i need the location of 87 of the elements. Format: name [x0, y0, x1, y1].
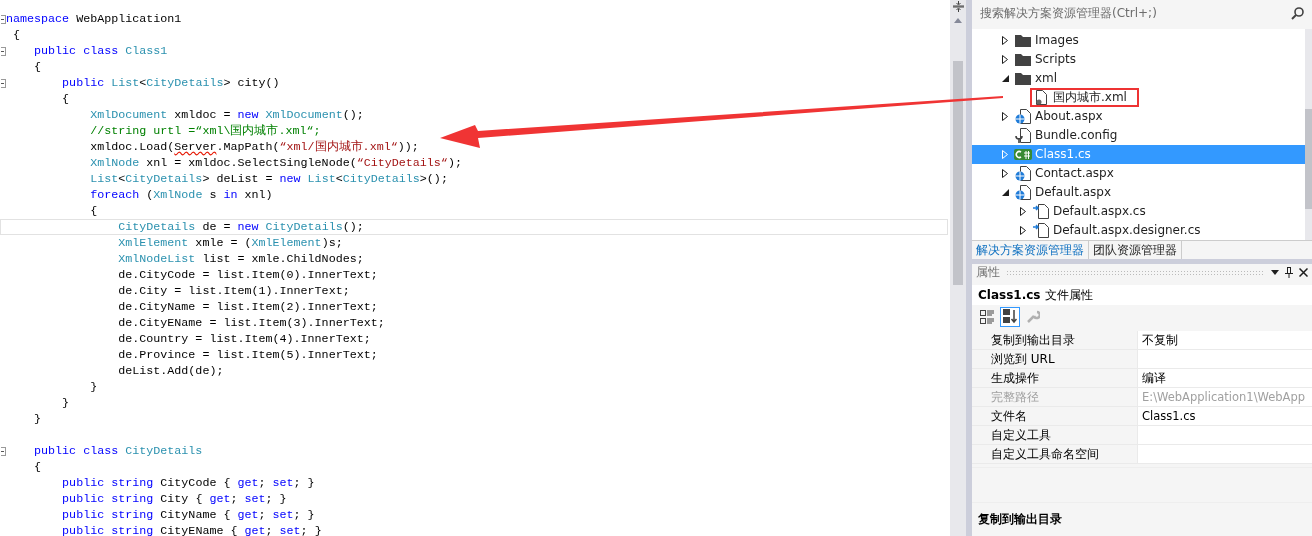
tree-item[interactable]: 国内城市.xml — [972, 87, 1305, 107]
tree-item[interactable]: Default.aspx — [972, 182, 1305, 202]
split-handle-icon[interactable] — [952, 1, 964, 12]
tree-item-label: 国内城市.xml — [1053, 88, 1127, 106]
panel-title: 属性 — [976, 264, 1000, 282]
code-line: public string City { get; set; } — [61, 491, 287, 507]
tree-item[interactable]: Images — [972, 30, 1305, 50]
code-line: List<CityDetails> deList = new List<CityDetails>(); — [89, 171, 448, 187]
folder-icon — [1015, 71, 1031, 85]
code-line: xmldoc.Load(Server.MapPath(“xml/国内城市.xml“)); — [89, 139, 419, 155]
expanded-icon[interactable] — [1001, 74, 1009, 82]
csharp-file-icon — [1014, 147, 1032, 161]
object-name: Class1.cs — [978, 288, 1041, 303]
code-line: de.Country = list.Item(4).InnerText; — [117, 331, 371, 347]
tree-item-label: Default.aspx.cs — [1053, 204, 1146, 219]
folder-icon — [1015, 52, 1031, 66]
panel-tab[interactable]: 解决方案资源管理器 — [972, 240, 1089, 259]
scroll-up-icon[interactable] — [954, 18, 962, 23]
code-line: { — [89, 203, 98, 219]
code-line: de.Province = list.Item(5).InnerText; — [117, 347, 378, 363]
code-line: CityDetails de = new CityDetails(); — [117, 219, 364, 235]
scrollbar[interactable] — [1305, 28, 1312, 240]
tree-item-label: Default.aspx — [1035, 185, 1111, 200]
scrollbar[interactable] — [950, 0, 966, 536]
code-file-icon — [1033, 203, 1049, 219]
collapse-icon[interactable] — [1, 78, 6, 88]
code-line: foreach (XmlNode s in xnl) — [89, 187, 273, 203]
code-line: XmlDocument xmldoc = new XmlDocument(); — [89, 107, 364, 123]
tree-item-label: Scripts — [1035, 52, 1077, 67]
object-type: 文件属性 — [1045, 286, 1094, 304]
code-line: XmlElement xmle = (XmlElement)s; — [117, 235, 343, 251]
code-line: { — [33, 459, 42, 475]
config-file-icon — [1015, 127, 1031, 143]
web-page-icon — [1015, 165, 1031, 181]
code-line: { — [33, 59, 42, 75]
code-line: deList.Add(de); — [117, 363, 224, 379]
file-icon — [1035, 89, 1047, 105]
tree-item-label: Class1.cs — [1035, 147, 1091, 162]
tree-item-label: Default.aspx.designer.cs — [1053, 223, 1201, 238]
code-line: XmlNodeList list = xmle.ChildNodes; — [117, 251, 364, 267]
collapsed-icon[interactable] — [1002, 111, 1008, 121]
tree-item-label: About.aspx — [1035, 109, 1103, 124]
folder-icon — [1015, 33, 1031, 47]
alphabetical-button[interactable] — [1000, 306, 1020, 327]
code-line: } — [33, 411, 42, 427]
code-line: namespace WebApplication1 — [6, 11, 182, 27]
collapse-icon[interactable] — [1, 14, 6, 24]
tree-item[interactable]: About.aspx — [972, 106, 1305, 126]
pin-icon[interactable] — [1285, 267, 1293, 279]
close-icon[interactable] — [1299, 268, 1308, 278]
tree-item[interactable]: Default.aspx.cs — [972, 201, 1305, 221]
property-value[interactable]: 不复制 — [1138, 330, 1312, 349]
code-line: XmlNode xnl = xmldoc.SelectSingleNode(“CityDetails“); — [89, 155, 462, 171]
search-placeholder: 搜索解决方案资源管理器(Ctrl+;) — [980, 5, 1157, 23]
code-line: public string CityName { get; set; } — [61, 507, 315, 523]
collapse-icon[interactable] — [1, 46, 6, 56]
tree-item-label: Bundle.config — [1035, 128, 1118, 143]
tree-item-label: Contact.aspx — [1035, 166, 1114, 181]
code-line: de.CityEName = list.Item(3).InnerText; — [117, 315, 385, 331]
tree-item-label: Images — [1035, 33, 1079, 48]
code-line: public List<CityDetails> city() — [61, 75, 280, 91]
description-title: 复制到输出目录 — [977, 511, 1063, 528]
tree-item[interactable]: xml — [972, 68, 1305, 88]
code-line: public string CityCode { get; set; } — [61, 475, 315, 491]
search-icon[interactable] — [1291, 7, 1304, 21]
tree-item[interactable]: Contact.aspx — [972, 163, 1305, 183]
tree-item[interactable]: Default.aspx.designer.cs — [972, 220, 1305, 240]
code-line: public class Class1 — [33, 43, 168, 59]
code-line: } — [61, 395, 70, 411]
dropdown-icon[interactable] — [1271, 270, 1279, 276]
expanded-icon[interactable] — [1001, 188, 1009, 196]
tree-item-label: xml — [1035, 71, 1058, 86]
code-line: //string urtl =“xml\国内城市.xml“; — [89, 123, 321, 139]
collapse-icon[interactable] — [1, 446, 6, 456]
code-line: de.City = list.Item(1).InnerText; — [117, 283, 350, 299]
tree-item[interactable]: Scripts — [972, 49, 1305, 69]
code-line: public class CityDetails — [33, 443, 203, 459]
web-page-icon — [1015, 184, 1031, 200]
code-line: public string CityEName { get; set; } — [61, 523, 322, 536]
panel-tab[interactable]: 团队资源管理器 — [1089, 240, 1182, 259]
code-line: de.CityName = list.Item(2).InnerText; — [117, 299, 378, 315]
code-line: } — [89, 379, 98, 395]
tree-item[interactable]: Bundle.config — [972, 125, 1305, 145]
web-page-icon — [1015, 108, 1031, 124]
code-line: { — [12, 27, 21, 43]
code-line: de.CityCode = list.Item(0).InnerText; — [117, 267, 378, 283]
code-line: { — [61, 91, 70, 107]
